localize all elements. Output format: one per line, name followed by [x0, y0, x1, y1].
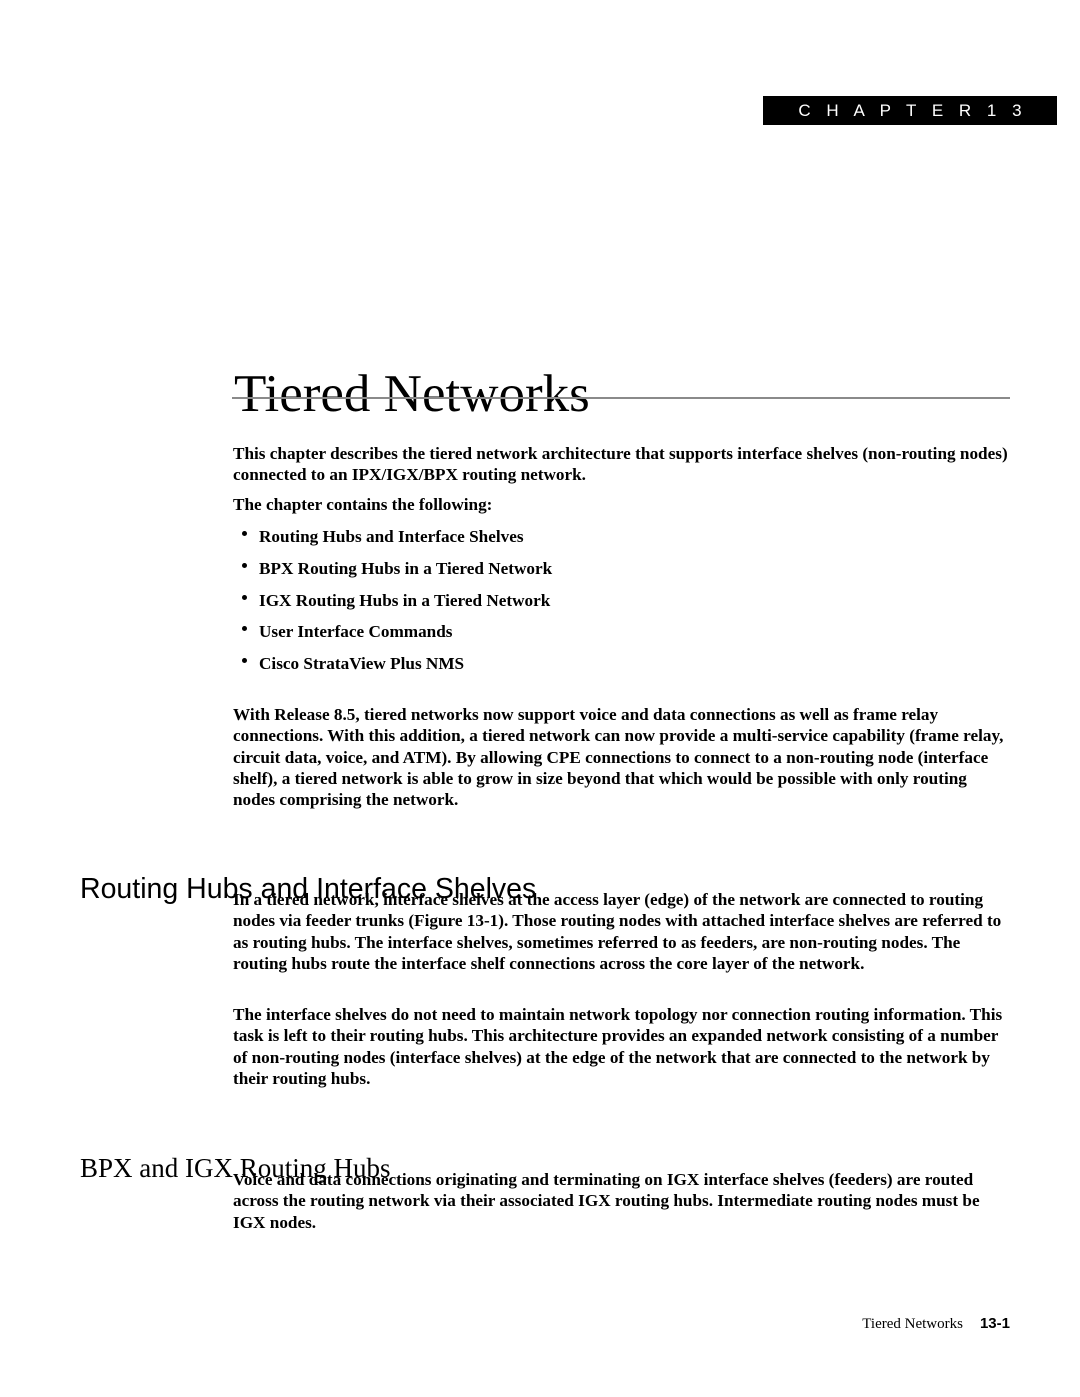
intro-paragraph-1: This chapter describes the tiered networ… [233, 444, 1008, 485]
list-item: Routing Hubs and Interface Shelves [233, 521, 1011, 553]
subsection-bpx-igx-paragraph-1-block: Voice and data connections originating a… [233, 1169, 1011, 1233]
section-routing-hubs-paragraph-2: The interface shelves do not need to mai… [233, 1005, 1003, 1088]
chapter-banner-label: C H A P T E R 1 3 [798, 100, 1028, 120]
footer-document-title: Tiered Networks [862, 1316, 963, 1332]
list-item-label: Cisco StrataView Plus NMS [259, 654, 465, 674]
bullet-icon [242, 626, 247, 632]
intro-paragraph-2: The chapter contains the following: [233, 495, 493, 514]
intro-paragraph-2-block: The chapter contains the following: [233, 494, 1011, 515]
list-item: IGX Routing Hubs in a Tiered Network [233, 585, 1011, 617]
bullet-icon [242, 594, 247, 600]
document-page: C H A P T E R 1 3 Tiered Networks This c… [0, 0, 1080, 1397]
list-item-label: BPX Routing Hubs in a Tiered Network [259, 558, 553, 578]
section-routing-hubs-paragraph-2-block: The interface shelves do not need to mai… [233, 1004, 1011, 1089]
subsection-bpx-igx-paragraph-1: Voice and data connections originating a… [233, 1170, 980, 1232]
section-routing-hubs-paragraph-1: In a tiered network, interface shelves a… [233, 890, 1002, 973]
list-item-label: User Interface Commands [259, 622, 453, 642]
page-title: Tiered Networks [234, 364, 590, 423]
bullet-icon [242, 658, 247, 664]
list-item: BPX Routing Hubs in a Tiered Network [233, 553, 1011, 585]
intro-paragraph-1-block: This chapter describes the tiered networ… [233, 443, 1011, 486]
bullet-icon [242, 562, 247, 568]
section-routing-hubs-paragraph-1-block: In a tiered network, interface shelves a… [233, 889, 1011, 974]
page-footer: Tiered Networks 13-1 [233, 1315, 1010, 1333]
intro-paragraph-3: With Release 8.5, tiered networks now su… [233, 705, 1004, 810]
chapter-contents-list-block: Routing Hubs and Interface Shelves BPX R… [233, 521, 1011, 680]
chapter-banner: C H A P T E R 1 3 [763, 96, 1057, 125]
intro-paragraph-3-block: With Release 8.5, tiered networks now su… [233, 704, 1011, 810]
list-item: Cisco StrataView Plus NMS [233, 648, 1011, 680]
bullet-icon [242, 531, 247, 536]
list-item: User Interface Commands [233, 616, 1011, 648]
title-divider [232, 397, 1010, 399]
chapter-contents-list: Routing Hubs and Interface Shelves BPX R… [233, 521, 1011, 680]
list-item-label: IGX Routing Hubs in a Tiered Network [259, 590, 551, 610]
list-item-label: Routing Hubs and Interface Shelves [259, 527, 524, 546]
footer-page-number: 13-1 [979, 1315, 1010, 1332]
